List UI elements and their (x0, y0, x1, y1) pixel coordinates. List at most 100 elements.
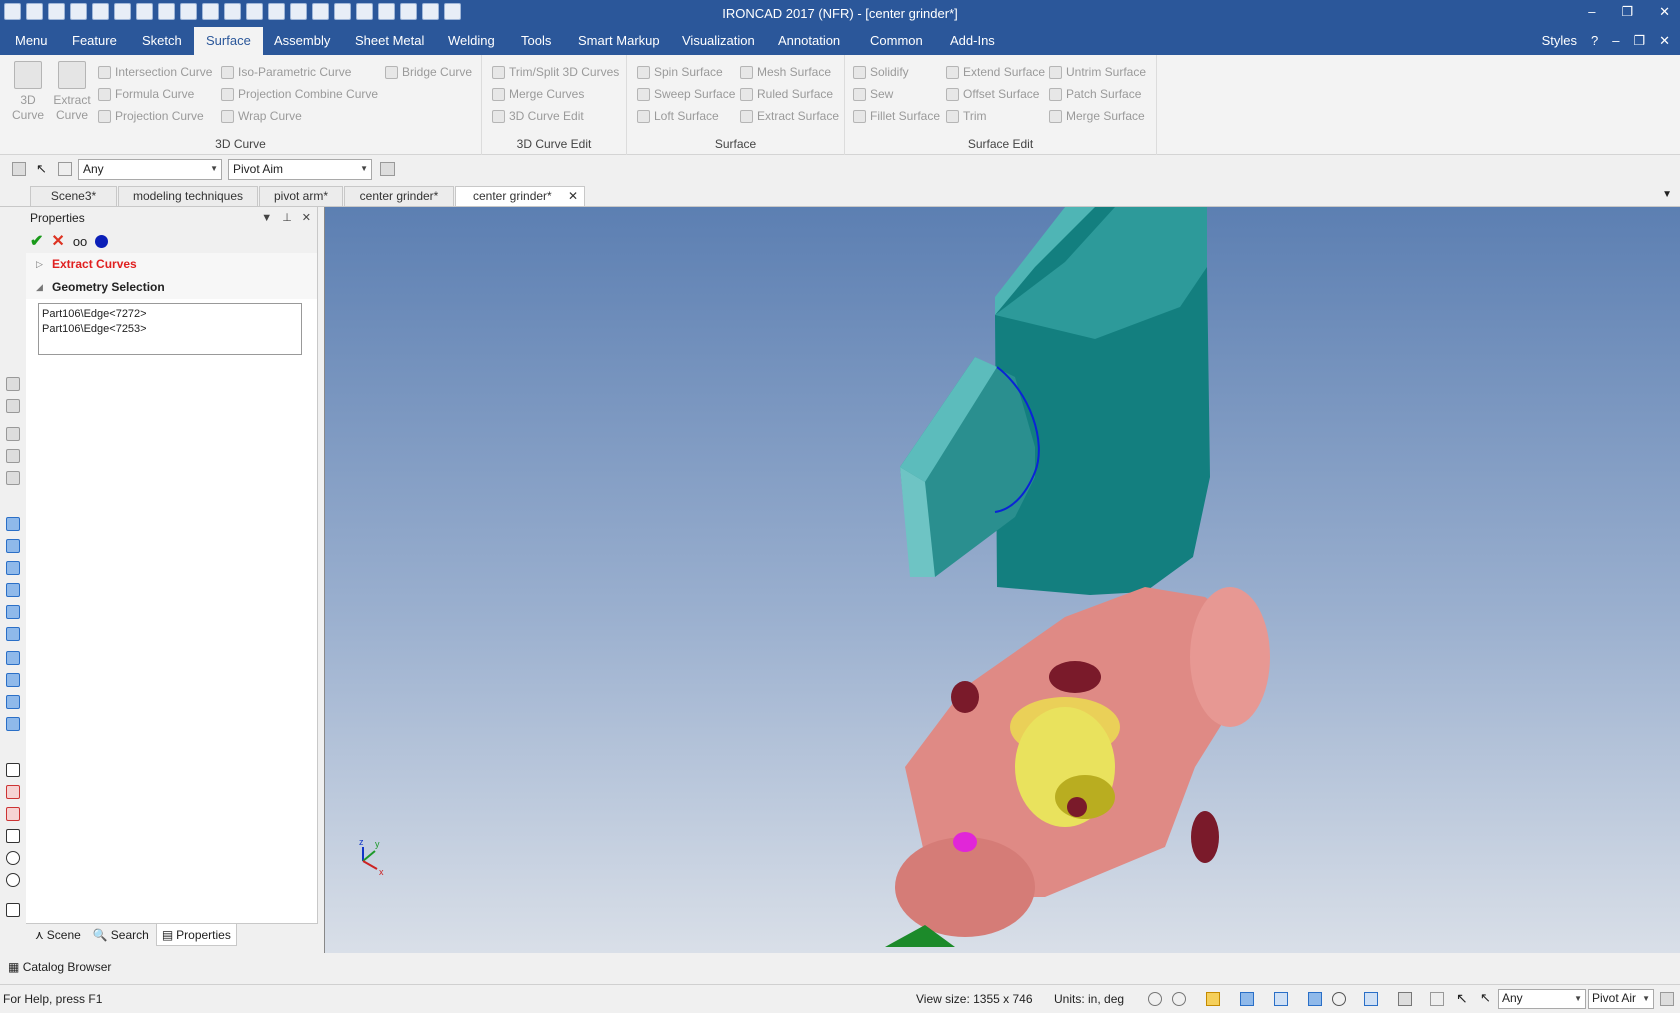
view-icon[interactable] (6, 427, 20, 441)
list-item[interactable]: Part106\Edge<7253> (42, 322, 298, 337)
view-cube-icon[interactable] (1240, 992, 1254, 1006)
select-arrow-icon[interactable]: ↖ (1456, 990, 1468, 1007)
tab-surface[interactable]: Surface (194, 27, 263, 55)
close-panel-icon[interactable]: ✕ (302, 207, 311, 229)
intersection-curve-button[interactable]: Intersection Curve (98, 63, 212, 81)
trim-split-3d-curves-button[interactable]: Trim/Split 3D Curves (492, 63, 619, 81)
pick-parts-icon[interactable] (12, 162, 26, 176)
pick-parts-icon[interactable] (1430, 992, 1444, 1006)
cylinder-icon[interactable] (6, 673, 20, 687)
tab-smart-markup[interactable]: Smart Markup (570, 27, 668, 55)
3d-curve-button[interactable]: 3D Curve (8, 61, 48, 123)
extract-curve-button[interactable]: Extract Curve (50, 61, 94, 123)
confirm-check-icon[interactable]: ✔ (30, 231, 43, 251)
screw-head[interactable] (951, 681, 979, 713)
tab-feature[interactable]: Feature (64, 27, 125, 55)
iso-parametric-curve-button[interactable]: Iso-Parametric Curve (221, 63, 351, 81)
merge-curves-button[interactable]: Merge Curves (492, 85, 584, 103)
frame-icon[interactable] (1364, 992, 1378, 1006)
cylinder-icon[interactable] (6, 717, 20, 731)
trim-button[interactable]: Trim (946, 107, 987, 125)
view-icon[interactable] (6, 399, 20, 413)
section-icon[interactable] (6, 807, 20, 821)
tab-add-ins[interactable]: Add-Ins (942, 27, 1003, 55)
tab-scene[interactable]: ⋏ Scene (30, 924, 86, 946)
no-entry-icon[interactable] (6, 873, 20, 887)
shading-icon[interactable] (1308, 992, 1322, 1006)
render-mode-icon[interactable] (1206, 992, 1220, 1006)
section-icon[interactable] (6, 785, 20, 799)
solidify-button[interactable]: Solidify (853, 63, 909, 81)
view-icon[interactable] (6, 449, 20, 463)
selection-filter-select[interactable]: Any ▼ (78, 159, 222, 180)
close-tab-icon[interactable]: ✕ (568, 187, 578, 206)
tab-tools[interactable]: Tools (513, 27, 559, 55)
doc-minimize-button[interactable]: – (1612, 33, 1619, 49)
record-dot-icon[interactable] (95, 234, 109, 248)
selection-filter-icon[interactable]: ↖ (1480, 990, 1491, 1006)
cylinder-icon[interactable] (6, 695, 20, 709)
view-icon[interactable] (6, 471, 20, 485)
measure-icon[interactable] (6, 763, 20, 777)
merge-surface-button[interactable]: Merge Surface (1049, 107, 1145, 125)
patch-surface-button[interactable]: Patch Surface (1049, 85, 1141, 103)
angle-icon[interactable] (6, 829, 20, 843)
section-geometry-selection[interactable]: ◢ Geometry Selection (26, 276, 317, 299)
text-icon[interactable] (6, 903, 20, 917)
projection-curve-button[interactable]: Projection Curve (98, 107, 204, 125)
restore-button[interactable]: ❐ (1621, 4, 1633, 20)
tab-properties[interactable]: ▤ Properties (155, 924, 237, 946)
untrim-surface-button[interactable]: Untrim Surface (1049, 63, 1146, 81)
tab-center-grinder[interactable]: center grinder* (344, 186, 454, 206)
assembly-tree-icon[interactable] (380, 162, 395, 176)
help-icon[interactable]: ? (1591, 33, 1598, 49)
fillet-surface-button[interactable]: Fillet Surface (853, 107, 940, 125)
box-icon[interactable] (6, 605, 20, 619)
doc-restore-button[interactable]: ❐ (1633, 33, 1645, 49)
minimize-button[interactable]: – (1588, 4, 1595, 20)
box-icon[interactable] (6, 517, 20, 531)
3d-viewport[interactable]: z y x (324, 207, 1680, 953)
sweep-surface-button[interactable]: Sweep Surface (637, 85, 735, 103)
loft-surface-button[interactable]: Loft Surface (637, 107, 719, 125)
3d-curve-edit-button[interactable]: 3D Curve Edit (492, 107, 584, 125)
sew-button[interactable]: Sew (853, 85, 893, 103)
tab-list-chevron-icon[interactable]: ▼ (1662, 189, 1672, 200)
tab-center-grinder-active[interactable]: center grinder* ✕ (455, 186, 585, 206)
tab-welding[interactable]: Welding (440, 27, 503, 55)
rotate-icon[interactable] (6, 851, 20, 865)
tab-menu[interactable]: Menu (7, 27, 56, 55)
box-icon[interactable] (6, 561, 20, 575)
geometry-selection-list[interactable]: Part106\Edge<7272> Part106\Edge<7253> (38, 303, 302, 355)
offset-surface-button[interactable]: Offset Surface (946, 85, 1039, 103)
display-icon[interactable] (1398, 992, 1412, 1006)
pin-icon[interactable]: ⊥ (282, 207, 292, 229)
close-button[interactable]: ✕ (1659, 4, 1670, 20)
screw-head[interactable] (1049, 661, 1101, 693)
glasses-icon[interactable] (1332, 992, 1346, 1006)
list-item[interactable]: Part106\Edge<7272> (42, 307, 298, 322)
magenta-dot[interactable] (953, 832, 977, 852)
status-pivot-select[interactable]: Pivot Air ▼ (1588, 989, 1654, 1009)
zoom-icon[interactable] (1148, 992, 1162, 1006)
camera-icon[interactable] (1274, 992, 1288, 1006)
extend-surface-button[interactable]: Extend Surface (946, 63, 1045, 81)
selection-filter-icon[interactable] (58, 162, 72, 176)
box-icon[interactable] (6, 627, 20, 641)
box-icon[interactable] (6, 539, 20, 553)
spin-surface-button[interactable]: Spin Surface (637, 63, 723, 81)
tab-common[interactable]: Common (862, 27, 931, 55)
preview-glasses-icon[interactable]: oo (73, 234, 87, 249)
bridge-curve-button[interactable]: Bridge Curve (385, 63, 472, 81)
tab-annotation[interactable]: Annotation (770, 27, 848, 55)
wrap-curve-button[interactable]: Wrap Curve (221, 107, 302, 125)
tab-scene3[interactable]: Scene3* (30, 186, 117, 206)
cancel-x-icon[interactable]: ✕ (51, 231, 64, 251)
styles-dropdown[interactable]: Styles (1542, 33, 1577, 49)
zoom-window-icon[interactable] (1172, 992, 1186, 1006)
tab-sheet-metal[interactable]: Sheet Metal (347, 27, 432, 55)
pivot-select[interactable]: Pivot Aim ▼ (228, 159, 372, 180)
tab-assembly[interactable]: Assembly (266, 27, 338, 55)
screw-head[interactable] (1191, 811, 1219, 863)
tab-modeling-techniques[interactable]: modeling techniques (118, 186, 258, 206)
